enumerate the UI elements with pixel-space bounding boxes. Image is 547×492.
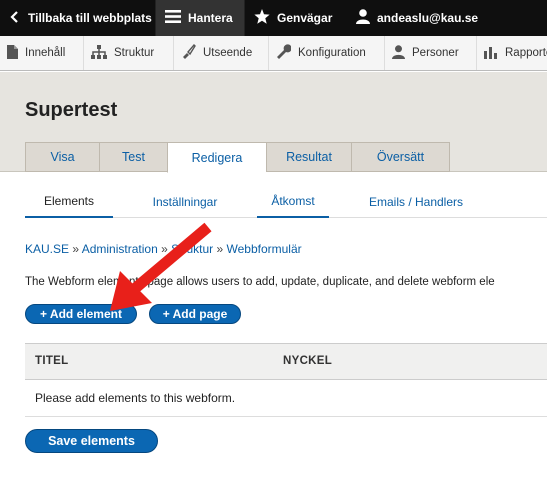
table-row: Please add elements to this webform. [25,380,547,417]
back-to-site-link[interactable]: Tillbaka till webbplats [0,0,155,36]
admin-tray: Innehåll Struktur Utseende Konfiguration… [0,36,547,71]
subtab-access[interactable]: Åtkomst [257,186,329,218]
save-elements-button[interactable]: Save elements [25,429,158,453]
column-header-key: NYCKEL [283,355,333,367]
tab-visa[interactable]: Visa [25,142,99,172]
tab-resultat[interactable]: Resultat [266,142,351,172]
primary-tabs: Visa Test Redigera Resultat Översätt [25,142,450,173]
structure-icon [91,44,107,62]
add-element-button[interactable]: + Add element [25,304,137,324]
shortcuts-button[interactable]: Genvägar [245,0,347,36]
breadcrumb-separator: » [72,242,82,256]
wrench-icon [276,44,292,62]
breadcrumb-link-home[interactable]: KAU.SE [25,242,69,256]
tray-item-reports[interactable]: Rapporter [477,36,547,70]
tray-item-label: Konfiguration [298,47,366,59]
breadcrumb-link-webforms[interactable]: Webbformulär [226,242,301,256]
subtab-settings[interactable]: Inställningar [133,186,237,218]
breadcrumb: KAU.SE » Administration » Struktur » Web… [25,242,302,256]
bar-chart-icon [484,45,498,62]
tray-item-structure[interactable]: Struktur [84,36,174,70]
add-page-button[interactable]: + Add page [149,304,241,324]
tray-item-appearance[interactable]: Utseende [174,36,269,70]
tray-item-content[interactable]: Innehåll [0,36,84,70]
tab-oversatt[interactable]: Översätt [351,142,450,172]
manage-label: Hantera [188,11,233,25]
document-icon [7,44,18,62]
admin-toolbar: Tillbaka till webbplats Hantera Genvägar… [0,0,547,36]
tray-item-label: Rapporter [505,47,547,59]
column-header-title: TITEL [35,355,69,367]
tray-item-label: Personer [412,47,459,59]
user-icon [356,9,370,27]
page-description: The Webform elements page allows users t… [25,276,495,288]
breadcrumb-link-administration[interactable]: Administration [82,242,158,256]
person-icon [392,44,405,62]
empty-message: Please add elements to this webform. [35,391,236,405]
tab-test[interactable]: Test [99,142,167,172]
shortcuts-label: Genvägar [277,11,333,25]
breadcrumb-separator: » [161,242,172,256]
subtab-elements[interactable]: Elements [25,186,113,218]
star-icon [254,9,270,27]
chevron-left-icon [9,10,21,26]
secondary-tabs: Elements Inställningar Åtkomst Emails / … [25,186,547,218]
tray-item-label: Struktur [114,47,155,59]
subtab-emails-handlers[interactable]: Emails / Handlers [351,186,481,218]
breadcrumb-separator: » [216,242,227,256]
tray-item-configuration[interactable]: Konfiguration [269,36,385,70]
back-to-site-label: Tillbaka till webbplats [28,11,152,25]
table-header: TITEL NYCKEL [25,343,547,380]
tab-redigera[interactable]: Redigera [167,142,266,173]
user-label: andeaslu@kau.se [377,11,479,25]
user-menu-button[interactable]: andeaslu@kau.se [347,0,547,36]
elements-table: TITEL NYCKEL Please add elements to this… [25,343,547,417]
tray-item-label: Utseende [203,47,253,59]
hamburger-icon [165,10,181,26]
breadcrumb-link-structure[interactable]: Struktur [171,242,213,256]
tray-item-people[interactable]: Personer [385,36,477,70]
page-header: Supertest Visa Test Redigera Resultat Öv… [0,72,547,173]
annotation-arrow-icon [110,222,212,311]
tray-item-label: Innehåll [25,47,66,59]
manage-menu-button[interactable]: Hantera [155,0,245,36]
paintbrush-icon [181,43,196,62]
page-title: Supertest [25,99,118,121]
